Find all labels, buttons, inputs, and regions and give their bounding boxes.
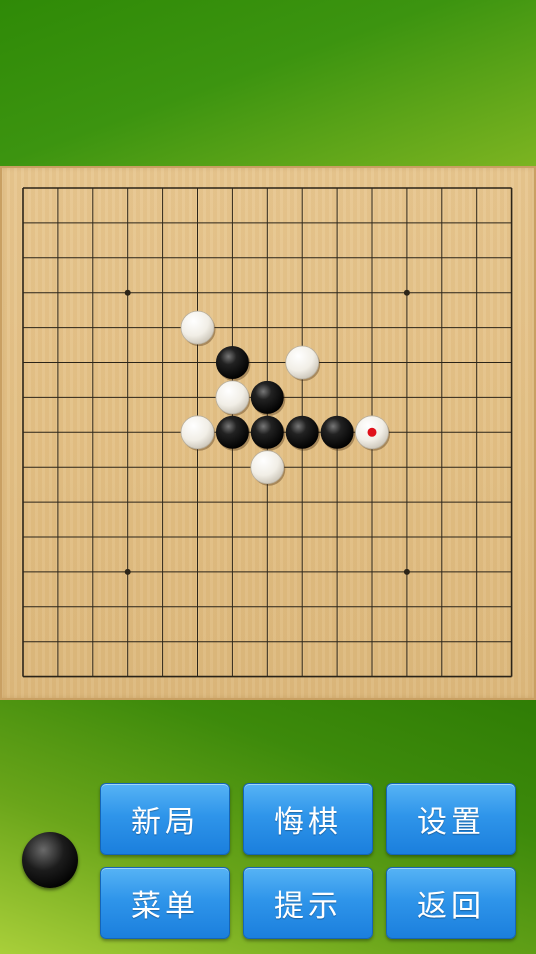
black-stone [320, 415, 354, 449]
undo-button[interactable]: 悔棋 [243, 783, 373, 855]
menu-button[interactable]: 菜单 [100, 867, 230, 939]
star-point [403, 289, 410, 296]
white-stone [215, 380, 250, 415]
white-stone [180, 415, 215, 450]
white-stone [180, 310, 215, 345]
new-game-button[interactable]: 新局 [100, 783, 230, 855]
black-stone [250, 380, 284, 414]
white-stone [250, 450, 285, 485]
white-stone [285, 345, 320, 380]
back-button[interactable]: 返回 [386, 867, 516, 939]
star-point [124, 289, 131, 296]
top-background [0, 0, 536, 166]
star-point [403, 568, 410, 575]
star-point [124, 568, 131, 575]
black-stone [250, 415, 284, 449]
hint-button[interactable]: 提示 [243, 867, 373, 939]
last-move-marker-icon [367, 427, 377, 437]
settings-button[interactable]: 设置 [386, 783, 516, 855]
game-board[interactable] [0, 166, 536, 700]
board-grid[interactable] [0, 166, 536, 700]
black-stone [215, 415, 249, 449]
black-stone [215, 346, 249, 379]
current-turn-black-stone-icon [22, 832, 78, 888]
black-stone [285, 415, 319, 449]
